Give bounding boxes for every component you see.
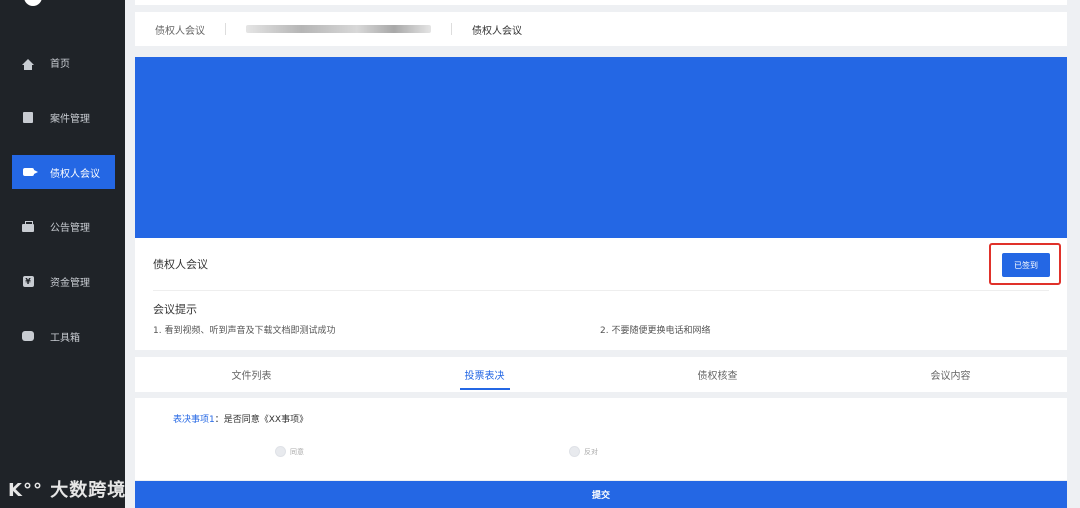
watermark-logo-icon: K°° bbox=[8, 480, 43, 501]
divider bbox=[153, 290, 1049, 291]
breadcrumb-separator bbox=[225, 23, 226, 35]
sidebar-item-label: 案件管理 bbox=[50, 113, 90, 125]
vote-option-agree[interactable]: 同意 bbox=[275, 446, 304, 457]
tab-claim-verification[interactable]: 债权核查 bbox=[601, 357, 834, 392]
meeting-tip: 1. 看到视频、听到声音及下载文档即测试成功 bbox=[153, 326, 336, 336]
sidebar-item-creditor-meeting[interactable]: 债权人会议 bbox=[12, 155, 115, 189]
home-icon bbox=[22, 56, 34, 70]
yen-icon: ¥ bbox=[22, 275, 34, 287]
option-label: 同意 bbox=[290, 447, 304, 456]
breadcrumb-current: 债权人会议 bbox=[472, 25, 522, 37]
meeting-tips-title: 会议提示 bbox=[153, 303, 197, 316]
main-content: 债权人会议 债权人会议 债权人会议 已签到 会议提示 1. 看到视频、听到声音及… bbox=[125, 0, 1080, 508]
signed-highlight: 已签到 bbox=[989, 243, 1061, 285]
vote-item-text: ：是否同意《XX事项》 bbox=[214, 415, 309, 425]
vote-question: 表决事项1：是否同意《XX事项》 bbox=[173, 412, 308, 425]
radio-oppose[interactable] bbox=[569, 446, 580, 457]
watermark: K°° 大数跨境 bbox=[8, 476, 126, 502]
meeting-card: 债权人会议 已签到 会议提示 1. 看到视频、听到声音及下载文档即测试成功 2.… bbox=[135, 238, 1067, 350]
tab-meeting-content[interactable]: 会议内容 bbox=[834, 357, 1067, 392]
radio-agree[interactable] bbox=[275, 446, 286, 457]
meeting-title: 债权人会议 bbox=[153, 258, 208, 271]
sidebar-item-label: 首页 bbox=[50, 58, 70, 70]
sidebar-item-cases[interactable]: 案件管理 bbox=[12, 100, 115, 134]
breadcrumb: 债权人会议 债权人会议 bbox=[135, 12, 1067, 46]
top-strip bbox=[135, 0, 1067, 5]
tab-bar: 文件列表 投票表决 债权核查 会议内容 bbox=[135, 357, 1067, 392]
briefcase-icon bbox=[22, 220, 34, 232]
sidebar: 首页 案件管理 债权人会议 公告管理 ¥ 资金管理 工具箱 bbox=[0, 0, 125, 508]
video-player[interactable] bbox=[135, 57, 1067, 238]
sidebar-item-announcements[interactable]: 公告管理 bbox=[12, 209, 115, 243]
toolbox-icon bbox=[22, 330, 34, 342]
sidebar-item-label: 公告管理 bbox=[50, 222, 90, 234]
sidebar-item-label: 资金管理 bbox=[50, 277, 90, 289]
breadcrumb-redacted-case-name[interactable] bbox=[246, 25, 431, 33]
breadcrumb-item[interactable]: 债权人会议 bbox=[135, 22, 225, 37]
sidebar-item-funds[interactable]: ¥ 资金管理 bbox=[12, 264, 115, 298]
sidebar-item-label: 工具箱 bbox=[50, 332, 80, 344]
signed-in-button[interactable]: 已签到 bbox=[1002, 253, 1050, 277]
tab-file-list[interactable]: 文件列表 bbox=[135, 357, 368, 392]
vote-panel: 表决事项1：是否同意《XX事项》 同意 反对 bbox=[135, 398, 1067, 480]
tab-voting[interactable]: 投票表决 bbox=[368, 357, 601, 392]
logo bbox=[24, 0, 42, 6]
sidebar-item-label: 债权人会议 bbox=[50, 168, 100, 180]
sidebar-item-toolbox[interactable]: 工具箱 bbox=[12, 319, 115, 353]
sidebar-item-home[interactable]: 首页 bbox=[12, 45, 115, 79]
watermark-text: 大数跨境 bbox=[50, 480, 127, 501]
case-icon bbox=[22, 111, 34, 123]
video-camera-icon bbox=[22, 166, 38, 178]
option-label: 反对 bbox=[584, 447, 598, 456]
vote-item-label: 表决事项1 bbox=[173, 415, 215, 425]
meeting-tip: 2. 不要随便更换电话和网络 bbox=[600, 326, 711, 336]
submit-button[interactable]: 提交 bbox=[135, 481, 1067, 508]
vote-option-oppose[interactable]: 反对 bbox=[569, 446, 598, 457]
